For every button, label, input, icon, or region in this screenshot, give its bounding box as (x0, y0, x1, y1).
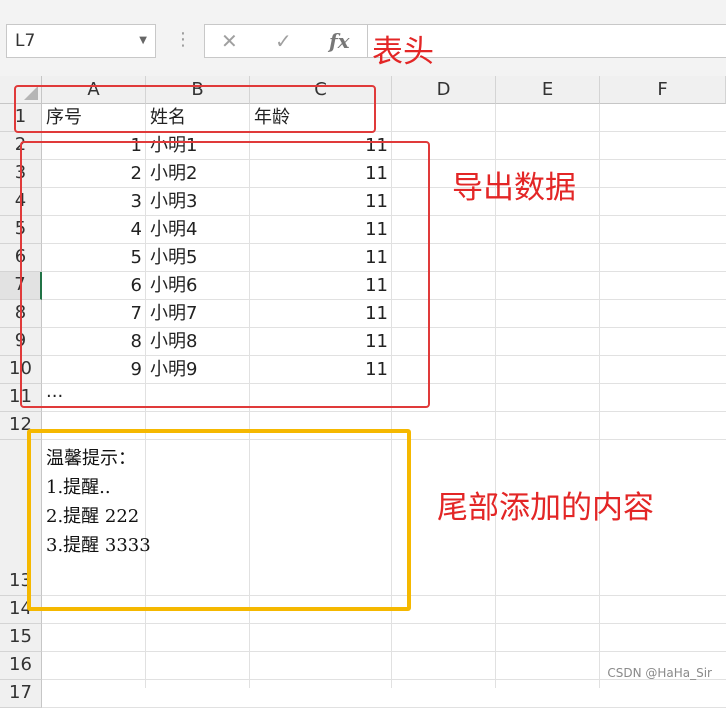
gridline (599, 104, 600, 688)
check-icon[interactable]: ✓ (275, 29, 292, 53)
footer-annotation: 尾部添加的内容 (437, 490, 654, 526)
row-header-15[interactable]: 15 (0, 624, 42, 652)
footer-note-line: 3.提醒 3333 (46, 535, 151, 556)
footer-note-line: 1.提醒.. (46, 477, 111, 498)
column-header-e[interactable]: E (496, 76, 600, 104)
header-annotation: 表头 (372, 34, 434, 70)
gridline (42, 651, 726, 652)
formula-buttons: ✕ ✓ fx (204, 24, 368, 58)
footer-notes: 温馨提示： 1.提醒.. 2.提醒 222 3.提醒 3333 (46, 444, 151, 560)
column-header-d[interactable]: D (392, 76, 496, 104)
fx-icon[interactable]: fx (329, 29, 350, 53)
row-header-16[interactable]: 16 (0, 652, 42, 680)
watermark: CSDN @HaHa_Sir (607, 666, 712, 680)
x-icon[interactable]: ✕ (221, 29, 238, 53)
column-header-f[interactable]: F (600, 76, 726, 104)
chevron-down-icon[interactable]: ▼ (139, 25, 147, 57)
gridline (42, 623, 726, 624)
name-box-value: L7 (15, 31, 36, 51)
footer-note-line: 2.提醒 222 (46, 506, 140, 527)
footer-note-line: 温馨提示： (46, 448, 136, 469)
name-box[interactable]: L7 ▼ (6, 24, 156, 58)
gridline (42, 411, 726, 412)
data-highlight-box (20, 141, 430, 408)
drag-handle-icon[interactable]: ⋮ (174, 30, 192, 50)
header-highlight-box (14, 85, 376, 133)
data-annotation: 导出数据 (452, 170, 576, 206)
row-header-17[interactable]: 17 (0, 680, 42, 708)
